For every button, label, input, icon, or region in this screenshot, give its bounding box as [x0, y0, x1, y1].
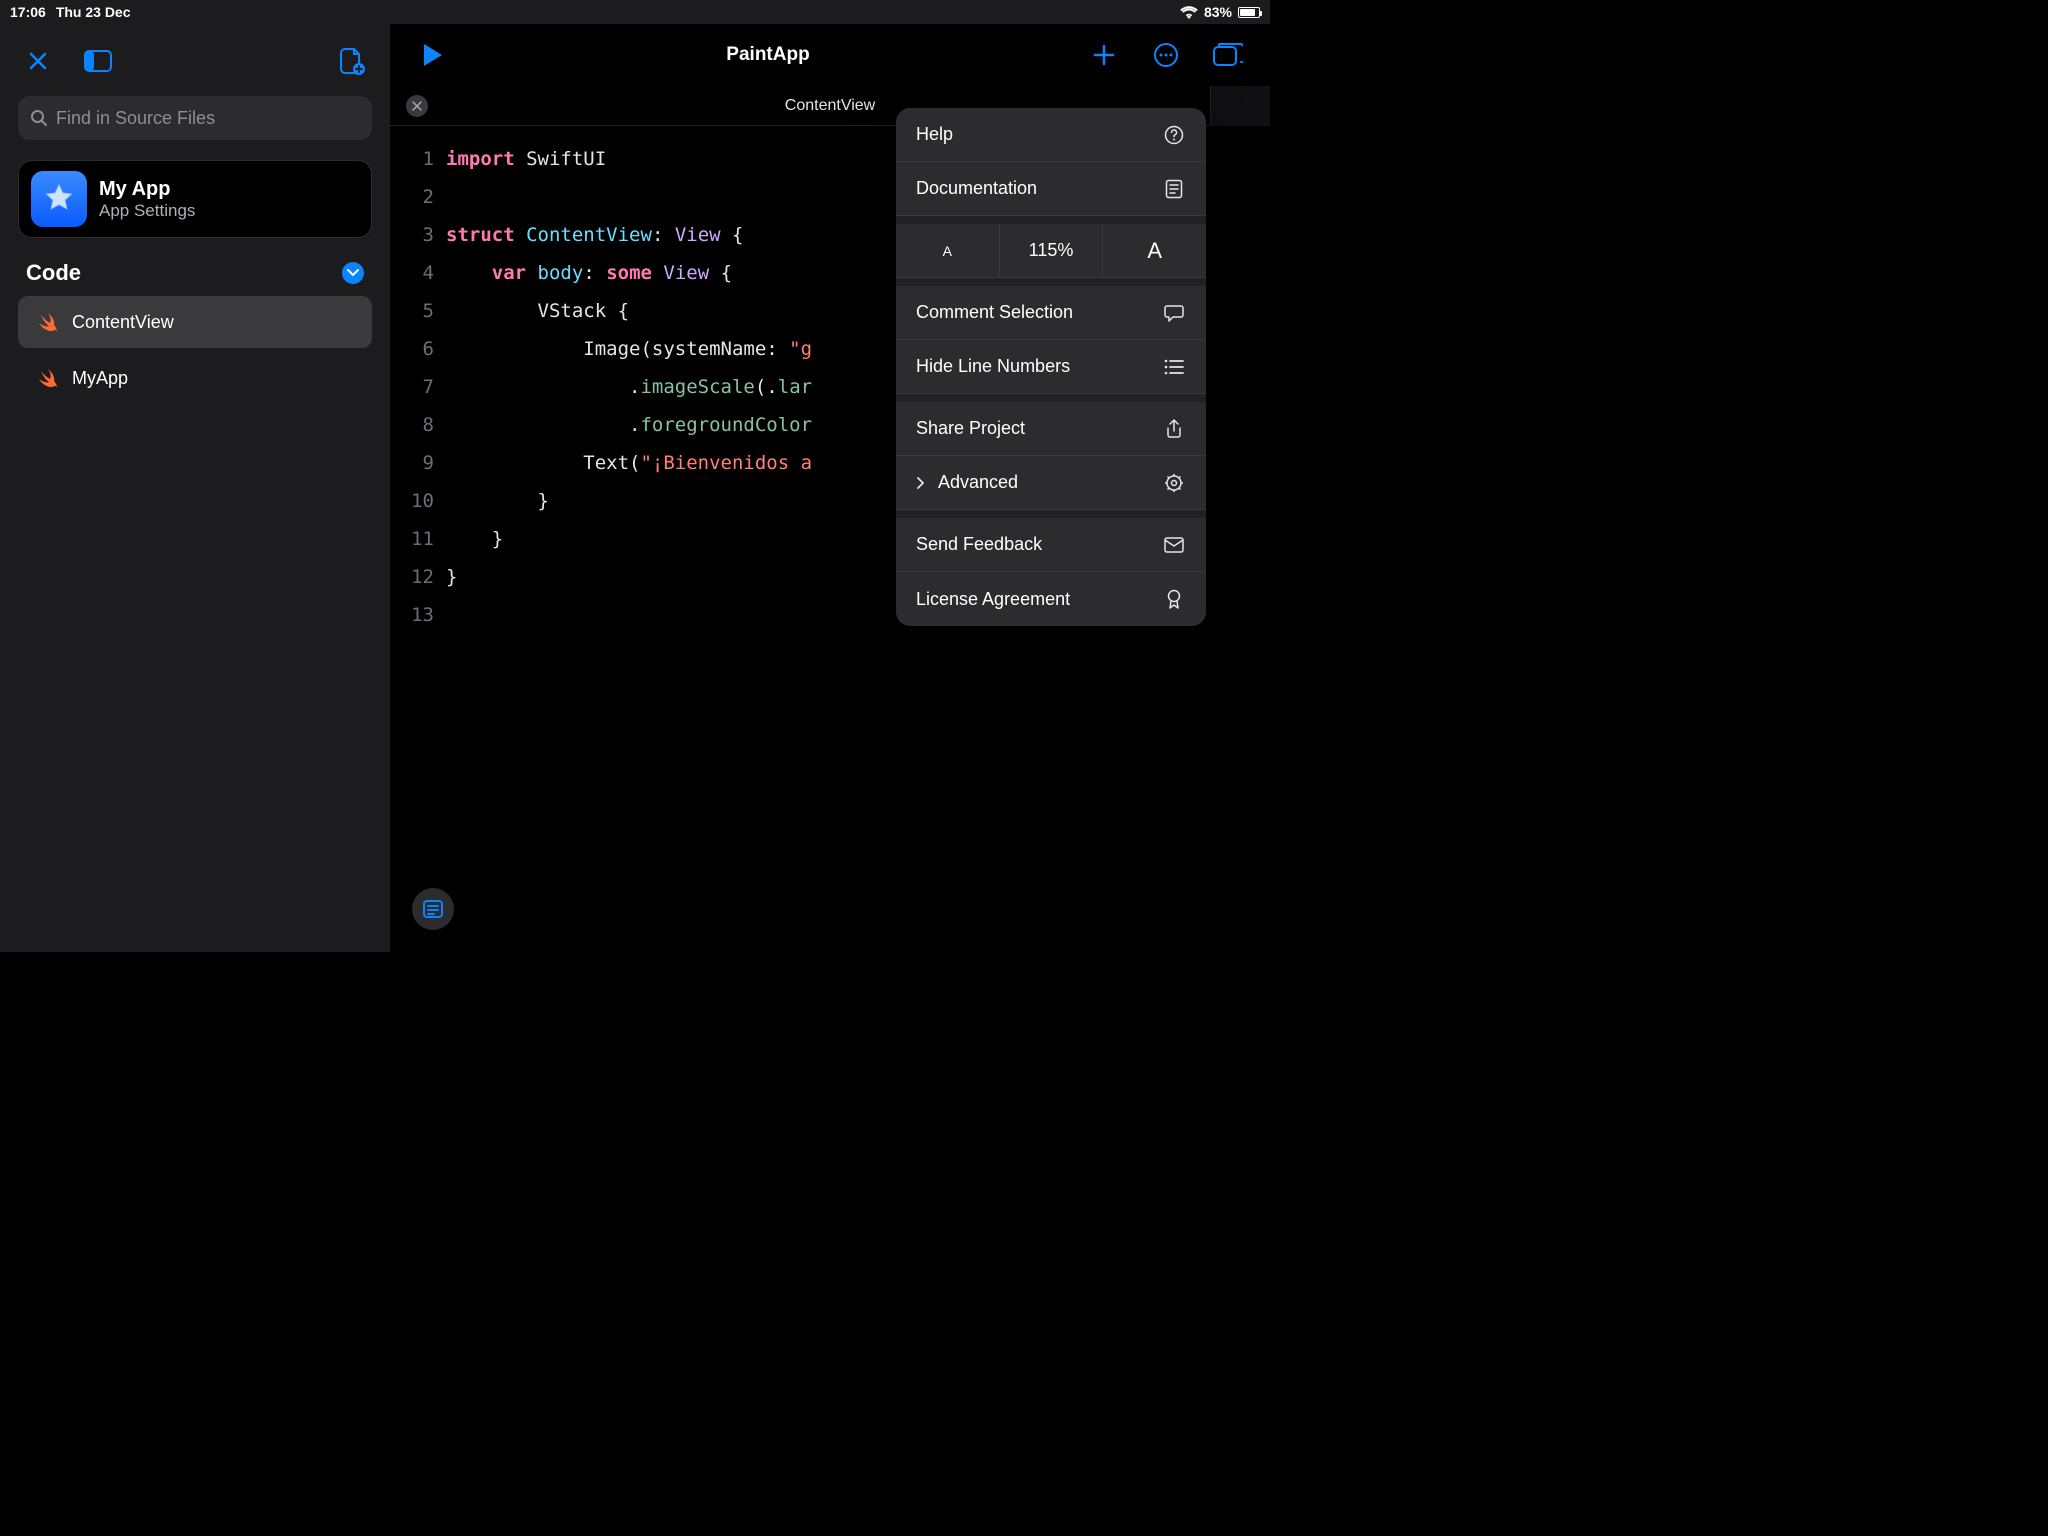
editor-toolbar: PaintApp: [390, 24, 1270, 86]
share-icon: [1162, 419, 1186, 439]
close-tab-icon[interactable]: [406, 95, 428, 117]
secondary-tab[interactable]: [1210, 86, 1270, 126]
gutter: 12345678910111213: [390, 140, 446, 634]
battery-percentage: 83%: [1204, 4, 1232, 20]
status-bar: 17:06 Thu 23 Dec 83%: [0, 0, 1270, 24]
status-time: 17:06: [10, 4, 46, 20]
menu-hide-line-numbers[interactable]: Hide Line Numbers: [896, 340, 1206, 394]
menu-license-agreement[interactable]: License Agreement: [896, 572, 1206, 626]
add-icon[interactable]: [1084, 35, 1124, 75]
code-content[interactable]: import SwiftUI struct ContentView: View …: [446, 140, 812, 634]
project-subtitle: App Settings: [99, 201, 195, 221]
search-input[interactable]: Find in Source Files: [18, 96, 372, 140]
file-item-contentview[interactable]: ContentView: [18, 296, 372, 348]
list-number-icon: [1162, 359, 1186, 375]
project-settings-card[interactable]: My App App Settings: [18, 160, 372, 238]
editor-title: PaintApp: [726, 44, 809, 66]
search-icon: [30, 109, 48, 127]
menu-documentation[interactable]: Documentation: [896, 162, 1206, 216]
sidebar-toolbar: [0, 32, 390, 90]
menu-help[interactable]: Help: [896, 108, 1206, 162]
menu-documentation-label: Documentation: [916, 178, 1037, 199]
section-header-code[interactable]: Code: [0, 250, 390, 296]
doc-icon: [1162, 179, 1186, 199]
editor: PaintApp ContentView 12345678910111213 i…: [390, 24, 1270, 952]
menu-share-project[interactable]: Share Project: [896, 402, 1206, 456]
menu-comment-selection[interactable]: Comment Selection: [896, 286, 1206, 340]
file-name: MyApp: [72, 368, 128, 389]
chevron-right-icon: [916, 477, 924, 489]
menu-send-feedback-label: Send Feedback: [916, 534, 1042, 555]
menu-advanced-label: Advanced: [938, 472, 1018, 493]
status-date: Thu 23 Dec: [56, 4, 131, 20]
file-item-myapp[interactable]: MyApp: [18, 352, 372, 404]
run-button[interactable]: [412, 35, 452, 75]
more-icon[interactable]: [1146, 35, 1186, 75]
sidebar: Find in Source Files My App App Settings…: [0, 24, 390, 952]
zoom-level[interactable]: 115%: [1000, 224, 1104, 277]
envelope-icon: [1162, 537, 1186, 553]
wifi-icon: [1180, 6, 1198, 19]
zoom-in-button[interactable]: A: [1103, 224, 1206, 277]
new-file-icon[interactable]: [332, 41, 372, 81]
tab-title: ContentView: [785, 97, 875, 115]
menu-zoom-segment: A 115% A: [896, 224, 1206, 278]
app-icon: [31, 171, 87, 227]
menu-send-feedback[interactable]: Send Feedback: [896, 518, 1206, 572]
swift-icon: [34, 309, 60, 335]
menu-advanced[interactable]: Advanced: [896, 456, 1206, 510]
battery-icon: [1238, 7, 1260, 18]
search-placeholder: Find in Source Files: [56, 108, 215, 129]
ribbon-icon: [1162, 589, 1186, 609]
documentation-panel-button[interactable]: [412, 888, 454, 930]
menu-comment-selection-label: Comment Selection: [916, 302, 1073, 323]
chevron-down-icon[interactable]: [342, 262, 364, 284]
file-list: ContentView MyApp: [0, 296, 390, 404]
help-icon: [1162, 125, 1186, 145]
swift-icon: [34, 365, 60, 391]
more-menu-popover: Help Documentation A 115% A Comment Sele…: [896, 108, 1206, 626]
comment-icon: [1162, 304, 1186, 322]
menu-help-label: Help: [916, 124, 953, 145]
project-title: My App: [99, 178, 195, 201]
sidebar-toggle-icon[interactable]: [78, 41, 118, 81]
gear-icon: [1162, 473, 1186, 493]
zoom-out-button[interactable]: A: [896, 224, 1000, 277]
menu-hide-line-numbers-label: Hide Line Numbers: [916, 356, 1070, 377]
section-label: Code: [26, 260, 81, 286]
file-name: ContentView: [72, 312, 174, 333]
close-icon[interactable]: [18, 41, 58, 81]
menu-license-agreement-label: License Agreement: [916, 589, 1070, 610]
preview-icon[interactable]: [1208, 35, 1248, 75]
menu-share-project-label: Share Project: [916, 418, 1025, 439]
